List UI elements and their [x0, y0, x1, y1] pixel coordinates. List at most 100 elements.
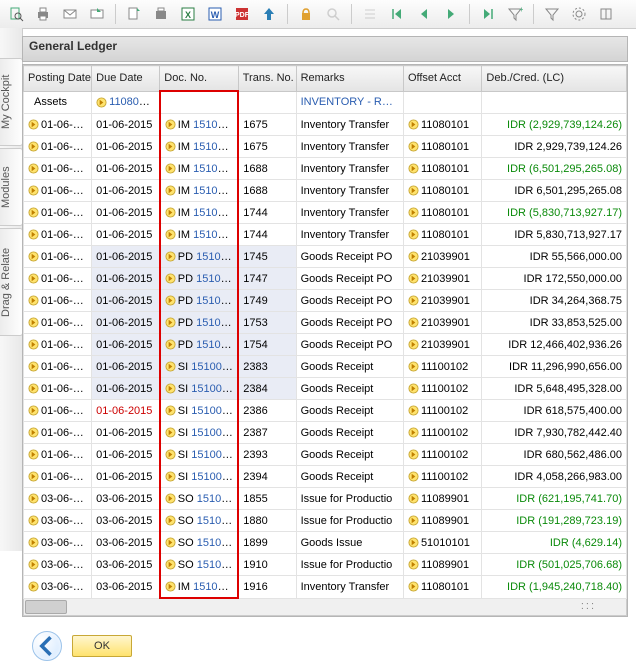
col-header[interactable]: Trans. No. [238, 66, 296, 92]
back-button[interactable] [32, 631, 62, 661]
lock-button[interactable] [294, 2, 318, 26]
panel-title: General Ledger [22, 36, 628, 62]
filter-add-button[interactable]: + [503, 2, 527, 26]
link-arrow-icon [165, 119, 176, 130]
word-button[interactable]: W [203, 2, 227, 26]
table-row[interactable]: 01-06-201501-06-2015PD 15100000011745Goo… [24, 246, 627, 268]
print-button[interactable] [31, 2, 55, 26]
link-arrow-icon [408, 229, 419, 240]
link-arrow-icon [165, 229, 176, 240]
col-header[interactable]: Offset Acct [403, 66, 481, 92]
table-row[interactable]: 01-06-201501-06-2015SI 15100000352393Goo… [24, 444, 627, 466]
table-row[interactable]: 01-06-201501-06-2015PD 15100000031749Goo… [24, 290, 627, 312]
link-arrow-icon [165, 537, 176, 548]
col-header[interactable]: Doc. No. [160, 66, 238, 92]
horizontal-scrollbar[interactable]: ::: [23, 599, 627, 616]
link-arrow-icon [408, 163, 419, 174]
link-arrow-icon [165, 163, 176, 174]
vtab-drag-relate[interactable]: Drag & Relate [0, 228, 23, 336]
col-header[interactable]: Deb./Cred. (LC) [482, 66, 627, 92]
link-arrow-icon [165, 273, 176, 284]
link-arrow-icon [165, 427, 176, 438]
table-row[interactable]: 01-06-201501-06-2015PD 15100000041753Goo… [24, 312, 627, 334]
table-row[interactable]: 01-06-201501-06-2015IM 15100000011675Inv… [24, 136, 627, 158]
col-header[interactable]: Due Date [92, 66, 160, 92]
link-arrow-icon [28, 163, 39, 174]
next-button[interactable] [439, 2, 463, 26]
link-arrow-icon [165, 361, 176, 372]
table-row[interactable]: 01-06-201501-06-2015SI 15100000322384Goo… [24, 378, 627, 400]
pdf-button[interactable]: PDF [230, 2, 254, 26]
link-arrow-icon [408, 251, 419, 262]
col-header[interactable]: Posting Date [24, 66, 92, 92]
link-arrow-icon [408, 449, 419, 460]
import-button[interactable] [122, 2, 146, 26]
link-arrow-icon [165, 581, 176, 592]
col-header[interactable]: Remarks [296, 66, 403, 92]
link-arrow-icon [28, 119, 39, 130]
list-button[interactable] [358, 2, 382, 26]
find-button[interactable] [321, 2, 345, 26]
link-arrow-icon [165, 493, 176, 504]
table-row[interactable]: 03-06-201503-06-2015SO 15100000281910Iss… [24, 554, 627, 576]
table-row[interactable]: 01-06-201501-06-2015IM 15100000111744Inv… [24, 202, 627, 224]
table-row[interactable]: 01-06-201501-06-2015IM 15100000011675Inv… [24, 114, 627, 136]
table-row[interactable]: 01-06-201501-06-2015PD 15100000051754Goo… [24, 334, 627, 356]
link-arrow-icon [408, 427, 419, 438]
link-arrow-icon [28, 383, 39, 394]
link-arrow-icon [165, 515, 176, 526]
table-row[interactable]: 01-06-201501-06-2015SI 15100000312383Goo… [24, 356, 627, 378]
vtab-my-cockpit[interactable]: My Cockpit [0, 58, 23, 146]
table-row[interactable]: 01-06-201501-06-2015SI 15100000362394Goo… [24, 466, 627, 488]
doc-search-button[interactable] [4, 2, 28, 26]
fax-button[interactable] [149, 2, 173, 26]
link-arrow-icon [28, 537, 39, 548]
svg-text:+: + [519, 6, 523, 14]
svg-text:W: W [211, 10, 220, 20]
vtab-modules[interactable]: Modules [0, 148, 23, 226]
mail-button[interactable] [58, 2, 82, 26]
link-arrow-icon [28, 207, 39, 218]
link-arrow-icon [28, 295, 39, 306]
link-arrow-icon [408, 383, 419, 394]
link-arrow-icon [408, 515, 419, 526]
link-arrow-icon [165, 405, 176, 416]
link-arrow-icon [165, 383, 176, 394]
table-row[interactable]: 01-06-201501-06-2015IM 15100000021688Inv… [24, 158, 627, 180]
link-arrow-icon [165, 471, 176, 482]
link-arrow-icon [28, 273, 39, 284]
table-row[interactable]: 03-06-201503-06-2015IM 15100000191916Inv… [24, 576, 627, 599]
ok-button[interactable]: OK [72, 635, 132, 657]
link-arrow-icon [28, 251, 39, 262]
link-arrow-icon [408, 559, 419, 570]
link-arrow-icon [408, 471, 419, 482]
table-row[interactable]: 01-06-201501-06-2015IM 15100000111744Inv… [24, 224, 627, 246]
link-arrow-icon [28, 449, 39, 460]
columns-button[interactable] [594, 2, 618, 26]
table-row[interactable]: 03-06-201503-06-2015SO 15100000271899Goo… [24, 532, 627, 554]
link-arrow-icon [28, 317, 39, 328]
first-button[interactable] [385, 2, 409, 26]
general-ledger-grid[interactable]: Posting DateDue DateDoc. No.Trans. No.Re… [22, 64, 628, 617]
link-arrow-icon [408, 119, 419, 130]
filter-button[interactable] [540, 2, 564, 26]
last-button[interactable] [476, 2, 500, 26]
table-row[interactable]: 01-06-201501-06-2015PD 15100000021747Goo… [24, 268, 627, 290]
table-row[interactable]: 01-06-201501-06-2015IM 15100000021688Inv… [24, 180, 627, 202]
link-arrow-icon [408, 581, 419, 592]
table-row[interactable]: 01-06-201501-06-2015SI 15100000342387Goo… [24, 422, 627, 444]
link-arrow-icon [408, 317, 419, 328]
send-button[interactable] [85, 2, 109, 26]
prev-button[interactable] [412, 2, 436, 26]
table-row[interactable]: 03-06-201503-06-2015SO 15100000191855Iss… [24, 488, 627, 510]
link-arrow-icon [28, 427, 39, 438]
table-row[interactable]: 01-06-201501-06-2015SI 15100000332386Goo… [24, 400, 627, 422]
link-arrow-icon [28, 493, 39, 504]
excel-button[interactable]: X [176, 2, 200, 26]
up-button[interactable] [257, 2, 281, 26]
link-arrow-icon [165, 317, 176, 328]
link-arrow-icon [408, 405, 419, 416]
settings-button[interactable] [567, 2, 591, 26]
table-row[interactable]: 03-06-201503-06-2015SO 15100000221880Iss… [24, 510, 627, 532]
group-row[interactable]: Assets11080101INVENTORY - RAW [24, 91, 627, 114]
